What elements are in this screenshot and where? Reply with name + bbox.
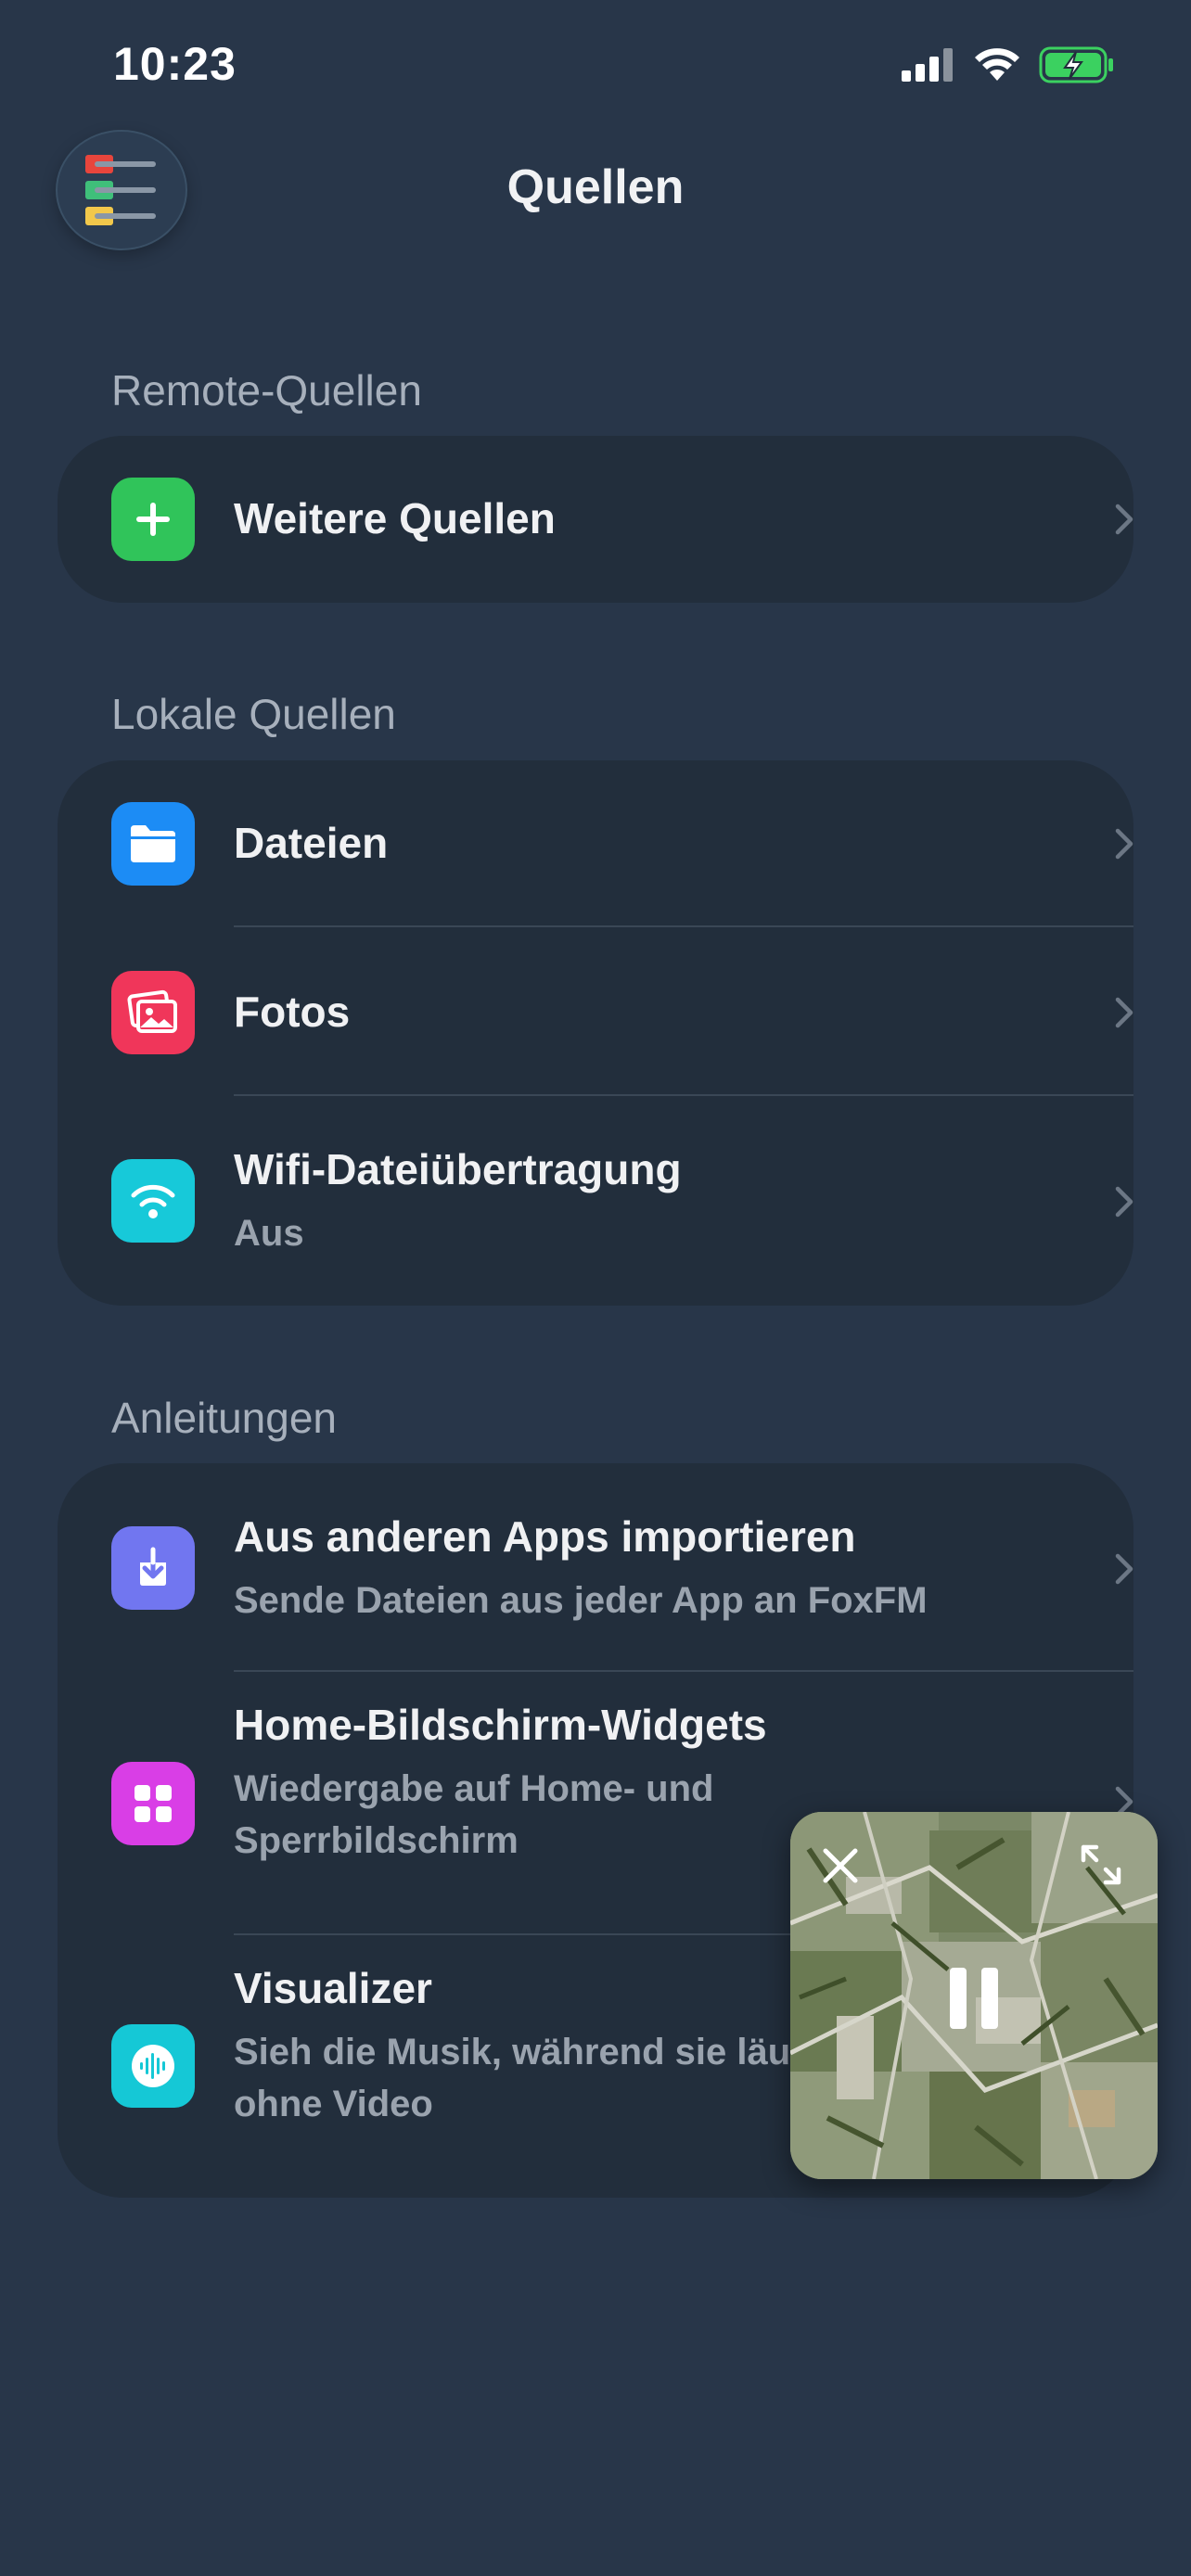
row-title: Aus anderen Apps importieren: [234, 1512, 856, 1561]
import-icon: [111, 1526, 195, 1610]
waveform-icon: [111, 2024, 195, 2108]
mini-video-player[interactable]: [790, 1812, 1158, 2179]
row-subtitle: Sende Dateien aus jeder App an FoxFM: [234, 1580, 928, 1621]
chevron-right-icon: [1115, 504, 1133, 535]
status-icons: [902, 46, 1115, 83]
cellular-signal-icon: [902, 48, 953, 82]
photos-icon: [111, 971, 195, 1054]
row-more-sources[interactable]: Weitere Quellen: [58, 436, 1133, 603]
section-title-guides: Anleitungen: [111, 1394, 337, 1442]
row-title: Dateien: [234, 819, 389, 867]
row-subtitle-line2: Sperrbildschirm: [234, 1820, 519, 1861]
row-title: Weitere Quellen: [234, 494, 556, 542]
chevron-right-icon: [1115, 1553, 1133, 1585]
status-bar: 10:23: [0, 0, 1191, 130]
section-title-local: Lokale Quellen: [111, 690, 396, 738]
chevron-right-icon: [1115, 997, 1133, 1028]
chevron-right-icon: [1115, 828, 1133, 860]
row-photos[interactable]: Fotos: [58, 927, 1133, 1096]
row-import[interactable]: Aus anderen Apps importieren Sende Datei…: [58, 1463, 1133, 1672]
local-sources-card: Dateien Fotos Wifi-Dateiübertragung Aus: [58, 760, 1133, 1306]
row-subtitle-line2: ohne Video: [234, 2084, 433, 2124]
row-title: Fotos: [234, 988, 351, 1036]
status-time: 10:23: [113, 38, 237, 90]
folder-icon: [111, 802, 195, 886]
row-subtitle-line1: Sieh die Musik, während sie läu: [234, 2032, 791, 2072]
row-wifi-transfer[interactable]: Wifi-Dateiübertragung Aus: [58, 1096, 1133, 1306]
section-title-remote: Remote-Quellen: [111, 366, 422, 414]
pause-icon[interactable]: [946, 1966, 1002, 2031]
plus-icon: [111, 478, 195, 561]
wifi-icon: [111, 1159, 195, 1243]
widgets-icon: [111, 1762, 195, 1845]
wifi-status-icon: [975, 48, 1019, 81]
remote-sources-card: Weitere Quellen: [58, 436, 1133, 603]
chevron-right-icon: [1115, 1186, 1133, 1218]
battery-charging-icon: [1039, 46, 1113, 83]
row-subtitle-line1: Wiedergabe auf Home- und: [234, 1768, 714, 1809]
close-icon[interactable]: [818, 1843, 863, 1888]
row-subtitle: Aus: [234, 1213, 304, 1254]
expand-icon[interactable]: [1078, 1842, 1124, 1888]
row-title: Home-Bildschirm-Widgets: [234, 1701, 767, 1749]
row-files[interactable]: Dateien: [58, 760, 1133, 927]
row-title: Visualizer: [234, 1964, 432, 2012]
page-title: Quellen: [506, 160, 685, 214]
row-title: Wifi-Dateiübertragung: [234, 1145, 682, 1193]
